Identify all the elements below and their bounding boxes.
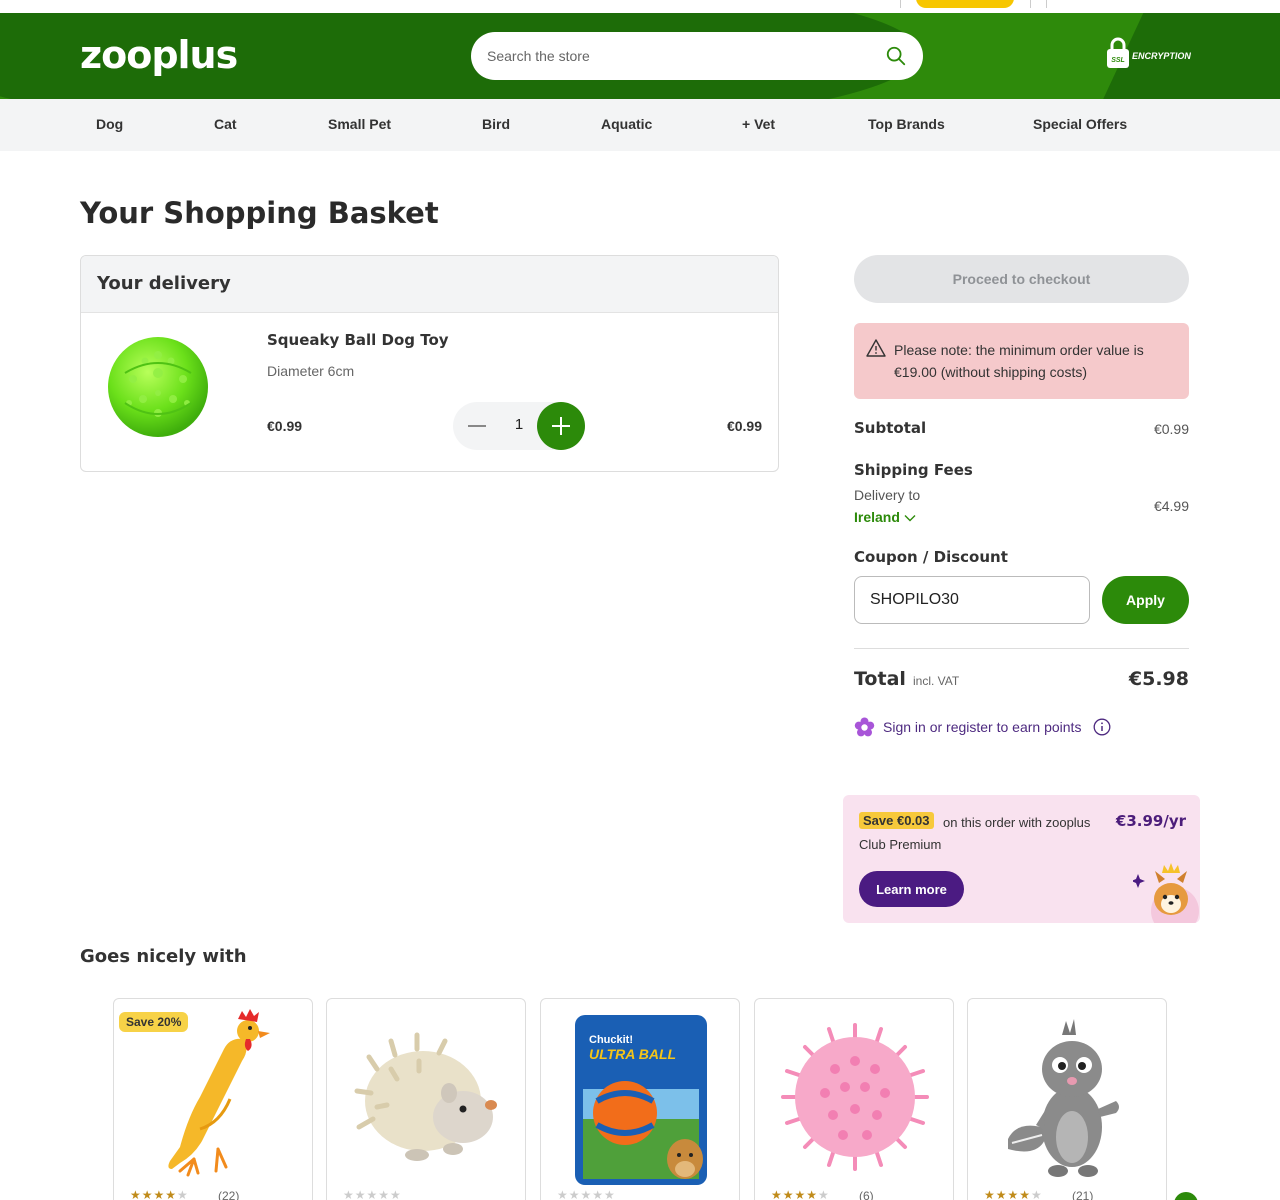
shipping-label: Shipping Fees [854,461,973,479]
zooplus-logo[interactable]: zooplus [80,33,238,77]
review-count: (22) [218,1189,240,1200]
nav-item-dog[interactable]: Dog [96,116,123,132]
chuckit-ultra-ball-image: Chuckit! ULTRA BALL [575,1015,707,1185]
search-bar [471,32,923,80]
nav-item-small-pet[interactable]: Small Pet [328,116,391,132]
proceed-to-checkout-button[interactable]: Proceed to checkout [854,255,1189,303]
earn-points-text: Sign in or register to earn points [883,719,1082,735]
plus-icon [552,417,570,435]
recommended-product-card[interactable]: ★★★★★ [326,998,526,1200]
star-rating: ★★★★★ [343,1188,402,1200]
recommended-product-card[interactable]: Chuckit! ULTRA BALL ★★★★★ [540,998,740,1200]
recommended-product-card[interactable]: ★★★★★ (6) [754,998,954,1200]
review-count: (21) [1072,1189,1094,1200]
page-title: Your Shopping Basket [80,196,439,230]
country-selector[interactable]: Ireland [854,509,916,525]
review-count: (6) [859,1189,874,1200]
country-name: Ireland [854,509,900,525]
delivery-title: Your delivery [81,256,778,313]
quantity-value: 1 [514,416,524,433]
delivery-to-label: Delivery to [854,487,921,503]
premium-price: €3.99/yr [1115,812,1186,830]
strip-divider [1046,0,1047,8]
search-input[interactable] [487,44,867,68]
strip-badge[interactable] [916,0,1014,8]
search-icon[interactable] [885,45,907,67]
ssl-badge-text: SSL [1111,57,1125,64]
nav-item-bird[interactable]: Bird [482,116,510,132]
hedgehog-plush-image [354,1032,497,1161]
notice-text: Please note: the minimum order value is … [894,342,1144,380]
svg-text:ULTRA BALL: ULTRA BALL [589,1046,676,1062]
subtotal-label: Subtotal [854,419,927,437]
total-value: €5.98 [1128,668,1189,690]
total-vat-note: incl. VAT [913,674,960,688]
star-rating: ★★★★★ [130,1188,189,1200]
club-premium-banner: on this order with zooplus Club Premium … [843,795,1200,923]
line-total: €0.99 [726,418,762,434]
total-label: Total [854,668,906,690]
subtotal-value: €0.99 [1153,421,1189,437]
shipping-value: €4.99 [1153,498,1189,514]
recommended-product-card[interactable]: ★★★★★ (21) [967,998,1167,1200]
save-badge: Save €0.03 [859,812,934,829]
summary-divider [854,648,1189,649]
star-rating: ★★★★★ [771,1188,830,1200]
decrease-quantity-button[interactable] [453,402,501,450]
chevron-down-icon [904,515,916,522]
star-rating: ★★★★★ [984,1188,1043,1200]
svg-text:Chuckit!: Chuckit! [589,1034,633,1046]
site-header: zooplus SSL ENCRYPTION [0,13,1280,99]
apply-coupon-button[interactable]: Apply [1102,576,1189,624]
discount-badge: Save 20% [119,1012,189,1032]
unit-price: €0.99 [267,418,303,434]
strip-divider [1030,0,1031,8]
recommended-product-card[interactable]: Save 20% ★★★★★ (22) [113,998,313,1200]
minus-icon [468,425,486,427]
pink-spiky-ball-image [781,1023,929,1171]
star-rating: ★★★★★ [557,1188,616,1200]
product-image[interactable] [107,333,209,441]
coupon-input[interactable] [854,576,1090,624]
lock-icon: SSL [1107,37,1129,68]
squirrel-plush-image [1008,1019,1119,1177]
quantity-stepper: 1 [453,402,585,450]
warning-icon [866,339,886,357]
ssl-encryption-badge: SSL ENCRYPTION [1106,37,1191,73]
delivery-card: Your delivery Squeaky Ball Dog Toy Diame… [80,255,779,472]
points-flower-icon [854,717,875,737]
nav-item-cat[interactable]: Cat [214,116,237,132]
product-variant: Diameter 6cm [267,363,355,379]
category-nav: Dog Cat Small Pet Bird Aquatic + Vet Top… [0,99,1280,151]
increase-quantity-button[interactable] [537,402,585,450]
coupon-label: Coupon / Discount [854,548,1008,566]
carousel-next-button[interactable] [1174,1192,1198,1200]
product-name[interactable]: Squeaky Ball Dog Toy [267,331,449,349]
nav-item-special-offers[interactable]: Special Offers [1033,116,1127,132]
top-utility-strip [0,0,1280,13]
nav-item-top-brands[interactable]: Top Brands [868,116,945,132]
nav-item-aquatic[interactable]: Aquatic [601,116,652,132]
learn-more-button[interactable]: Learn more [859,871,964,907]
ssl-label: ENCRYPTION [1132,51,1191,61]
minimum-order-notice: Please note: the minimum order value is … [854,323,1189,399]
nav-item-vet[interactable]: + Vet [742,116,775,132]
dog-with-crown-illustration [1133,863,1199,923]
recommendations-title: Goes nicely with [80,946,247,967]
rubber-chicken-image [168,1009,270,1177]
strip-divider [900,0,901,8]
info-icon[interactable] [1093,718,1111,736]
